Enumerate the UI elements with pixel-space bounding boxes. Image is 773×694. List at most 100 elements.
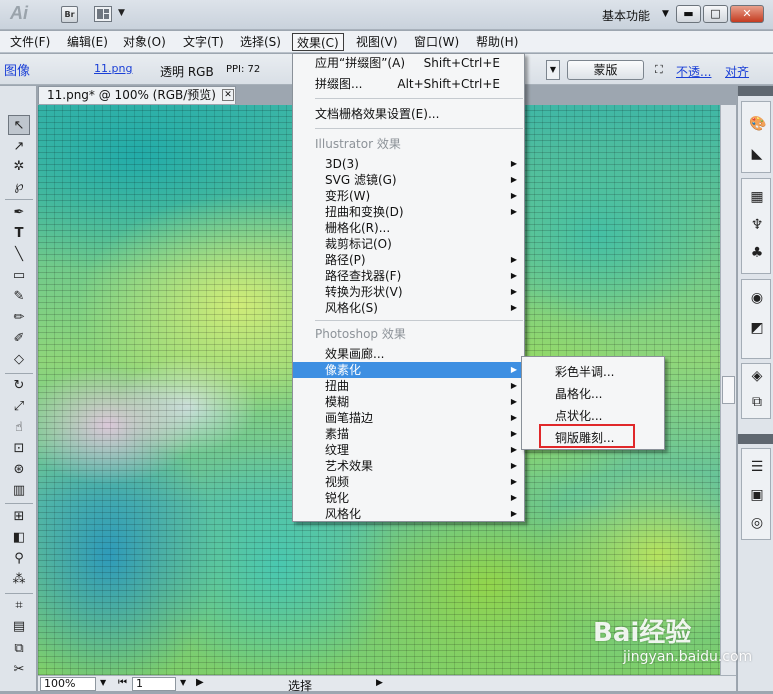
warp-tool-icon[interactable]: ☝ [8, 418, 30, 438]
gradient-panel-icon[interactable]: ◩ [749, 320, 765, 336]
menu-item-svg-filters[interactable]: SVG 滤镜(G) ▶ [293, 172, 524, 188]
workspace-switcher[interactable]: 基本功能 [602, 7, 650, 24]
menu-item-blur[interactable]: 模糊 ▶ [293, 394, 524, 410]
page-field[interactable]: 1 [132, 677, 176, 691]
submenu-item-color-halftone[interactable]: 彩色半调... [522, 362, 664, 382]
menu-item-sharpen[interactable]: 锐化 ▶ [293, 490, 524, 506]
menu-item-distort[interactable]: 扭曲 ▶ [293, 378, 524, 394]
mesh-tool-icon[interactable]: ⊞ [8, 507, 30, 527]
close-icon[interactable]: ✕ [222, 89, 234, 101]
status-menu-arrow-icon[interactable]: ▶ [376, 678, 383, 688]
bridge-button[interactable]: Br [61, 6, 78, 23]
menu-item-rasterize[interactable]: 栅格化(R)... [293, 220, 524, 236]
menu-item-apply-last[interactable]: 应用“拼缀图”(A) Shift+Ctrl+E [293, 55, 524, 71]
eraser-icon[interactable]: ◇ [8, 350, 30, 370]
type-tool-icon[interactable]: T [8, 224, 30, 244]
artboard-tool-icon[interactable]: ⧉ [8, 639, 30, 659]
menu-edit[interactable]: 编辑(E) [63, 33, 112, 51]
submenu-item-pointillize[interactable]: 点状化... [522, 406, 664, 426]
magic-wand-icon[interactable]: ✲ [8, 157, 30, 177]
menu-item-artistic[interactable]: 艺术效果 ▶ [293, 458, 524, 474]
direct-selection-tool-icon[interactable]: ↗ [8, 137, 30, 157]
paintbrush-icon[interactable]: ✎ [8, 287, 30, 307]
pencil-icon[interactable]: ✏ [8, 308, 30, 328]
selection-tool-icon[interactable]: ↖ [8, 115, 30, 135]
menu-type[interactable]: 文字(T) [179, 33, 228, 51]
menu-item-brush-strokes[interactable]: 画笔描边 ▶ [293, 410, 524, 426]
menu-item-video[interactable]: 视频 ▶ [293, 474, 524, 490]
slice-tool-icon[interactable]: ⌗ [8, 596, 30, 616]
file-link[interactable]: 11.png [94, 62, 132, 75]
menu-item-last-effect[interactable]: 拼缀图... Alt+Shift+Ctrl+E [293, 76, 524, 92]
scroll-thumb[interactable] [722, 376, 735, 404]
menu-file[interactable]: 文件(F) [6, 33, 54, 51]
arrange-documents-icon[interactable] [94, 6, 112, 22]
menu-item-pixelate[interactable]: 像素化 ▶ [293, 362, 524, 378]
column-graph-icon[interactable]: ▤ [8, 617, 30, 637]
graph-tool-icon[interactable]: ▥ [8, 481, 30, 501]
maximize-icon[interactable]: □ [703, 5, 728, 23]
pen-tool-icon[interactable]: ✒ [8, 203, 30, 223]
appearance-icon[interactable]: ◎ [749, 515, 765, 531]
align-panel-icon[interactable]: ☰ [749, 459, 765, 475]
menu-item-pathfinder[interactable]: 路径查找器(F) ▶ [293, 268, 524, 284]
menu-item-3d[interactable]: 3D(3) ▶ [293, 156, 524, 172]
menu-item-texture[interactable]: 纹理 ▶ [293, 442, 524, 458]
brushes-icon[interactable]: ♆ [749, 217, 765, 233]
menu-item-sketch[interactable]: 素描 ▶ [293, 426, 524, 442]
blend-tool-icon[interactable]: ⁂ [8, 570, 30, 590]
menu-item-warp[interactable]: 变形(W) ▶ [293, 188, 524, 204]
mask-button[interactable]: 蒙版 [567, 60, 644, 80]
chevron-down-icon[interactable]: ▼ [100, 678, 106, 687]
color-panel-icon[interactable]: 🎨 [749, 116, 766, 132]
menu-item-convert-to-shape[interactable]: 转换为形状(V) ▶ [293, 284, 524, 300]
stroke-icon[interactable]: ◉ [749, 290, 765, 306]
scale-tool-icon[interactable]: ⤢ [8, 397, 30, 417]
menu-item-path[interactable]: 路径(P) ▶ [293, 252, 524, 268]
lasso-icon[interactable]: ℘ [8, 177, 30, 197]
chevron-down-icon[interactable]: ▼ [546, 60, 560, 80]
eyedropper-icon[interactable]: ⚲ [8, 549, 30, 569]
line-tool-icon[interactable]: ╲ [8, 245, 30, 265]
artboards-icon[interactable]: ⧉ [749, 394, 765, 410]
menu-effect[interactable]: 效果(C) [292, 33, 344, 51]
menu-item-crop-marks[interactable]: 裁剪标记(O) [293, 236, 524, 252]
symbols-icon[interactable]: ♣ [749, 245, 765, 261]
close-icon[interactable]: ✕ [730, 5, 764, 23]
chevron-down-icon[interactable]: ▼ [180, 678, 186, 687]
submenu-item-crystallize[interactable]: 晶格化... [522, 384, 664, 404]
menu-item-ps-stylize[interactable]: 风格化 ▶ [293, 506, 524, 522]
scissors-icon[interactable]: ✂ [8, 660, 30, 680]
submenu-arrow-icon: ▶ [510, 207, 517, 216]
blob-brush-icon[interactable]: ✐ [8, 329, 30, 349]
rectangle-tool-icon[interactable]: ▭ [8, 266, 30, 286]
layers-icon[interactable]: ◈ [749, 368, 765, 384]
transparency-icon[interactable]: ▣ [749, 487, 765, 503]
menu-select[interactable]: 选择(S) [236, 33, 285, 51]
gradient-tool-icon[interactable]: ◧ [8, 528, 30, 548]
menu-item-distort-transform[interactable]: 扭曲和变换(D) ▶ [293, 204, 524, 220]
menu-item-effect-gallery[interactable]: 效果画廊... [293, 346, 524, 362]
menu-object[interactable]: 对象(O) [119, 33, 170, 51]
zoom-field[interactable]: 100% [40, 677, 96, 691]
opacity-link[interactable]: 不透... [676, 63, 711, 80]
swatches-icon[interactable]: ▦ [749, 189, 765, 205]
menu-window[interactable]: 窗口(W) [410, 33, 463, 51]
chevron-down-icon[interactable]: ▼ [118, 8, 125, 18]
free-transform-icon[interactable]: ⊡ [8, 439, 30, 459]
document-tab[interactable]: 11.png* @ 100% (RGB/预览) ✕ [38, 86, 236, 104]
chevron-down-icon[interactable]: ▼ [662, 9, 669, 19]
menu-help[interactable]: 帮助(H) [472, 33, 522, 51]
menu-item-stylize[interactable]: 风格化(S) ▶ [293, 300, 524, 316]
align-link[interactable]: 对齐 [725, 63, 749, 80]
vertical-scrollbar[interactable] [720, 105, 736, 675]
minimize-icon[interactable]: ▬ [676, 5, 701, 23]
color-guide-icon[interactable]: ◣ [749, 146, 765, 162]
first-page-icon[interactable]: ⏮ [118, 677, 127, 688]
transform-icon[interactable]: ⛶ [655, 63, 663, 77]
symbol-sprayer-icon[interactable]: ⊛ [8, 460, 30, 480]
rotate-tool-icon[interactable]: ↻ [8, 376, 30, 396]
menu-view[interactable]: 视图(V) [352, 33, 402, 51]
menu-item-raster-settings[interactable]: 文档栅格效果设置(E)... [293, 106, 524, 122]
next-page-icon[interactable]: ▶ [196, 677, 204, 688]
